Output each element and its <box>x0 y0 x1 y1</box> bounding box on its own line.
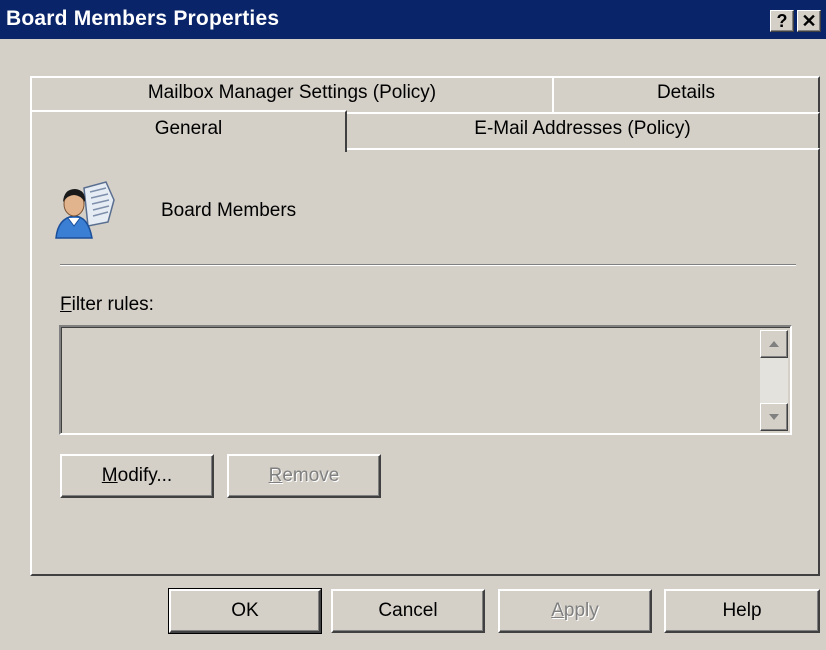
group-name: Board Members <box>161 200 297 221</box>
help-footer-button[interactable]: Help <box>664 589 820 633</box>
filter-rules-label: Filter rules: <box>60 294 154 315</box>
tab-label: Details <box>656 82 716 103</box>
tab-details[interactable]: Details <box>552 76 820 112</box>
remove-button[interactable]: Remove <box>227 454 381 498</box>
tab-label: General <box>154 118 223 139</box>
apply-button[interactable]: Apply <box>498 589 652 633</box>
tab-label: Mailbox Manager Settings (Policy) <box>147 82 437 103</box>
title-bar[interactable]: Board Members Properties ? ✕ <box>0 0 826 39</box>
cancel-button[interactable]: Cancel <box>331 589 485 633</box>
tab-label: E-Mail Addresses (Policy) <box>474 118 691 139</box>
tab-general[interactable]: General <box>30 110 347 152</box>
modify-button[interactable]: Modify... <box>60 454 214 498</box>
arrow-up-icon <box>769 341 779 347</box>
scroll-down-button[interactable] <box>760 403 788 431</box>
window-title: Board Members Properties <box>6 7 280 30</box>
tab-email-addresses[interactable]: E-Mail Addresses (Policy) <box>345 112 820 150</box>
vertical-scrollbar[interactable] <box>760 330 788 431</box>
distribution-group-icon <box>55 181 115 239</box>
tab-mailbox-manager-settings[interactable]: Mailbox Manager Settings (Policy) <box>30 76 554 112</box>
ok-button[interactable]: OK <box>168 588 322 634</box>
scroll-up-button[interactable] <box>760 330 788 358</box>
separator <box>60 264 796 266</box>
help-button[interactable]: ? <box>770 10 794 32</box>
arrow-down-icon <box>769 414 779 420</box>
filter-rules-textbox[interactable] <box>59 325 792 435</box>
close-button[interactable]: ✕ <box>797 10 821 32</box>
